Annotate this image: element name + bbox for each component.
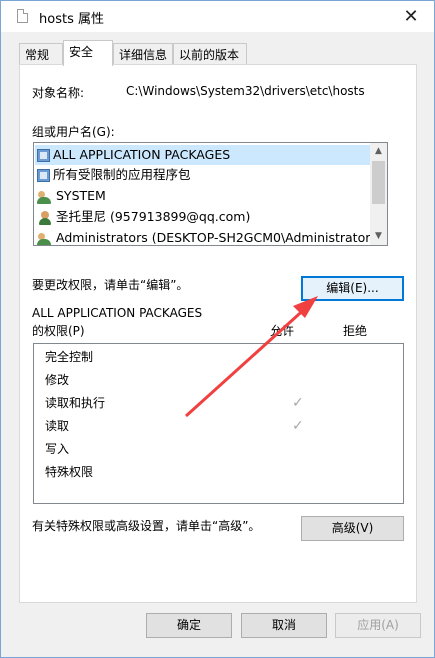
object-name-label: 对象名称: <box>32 86 85 100</box>
scroll-up-icon[interactable]: ▲ <box>370 143 387 160</box>
permission-row: 特殊权限 <box>45 461 385 484</box>
scroll-thumb[interactable] <box>372 161 385 204</box>
deny-column-header: 拒绝 <box>343 324 368 338</box>
permissions-table: 完全控制 修改 读取和执行 ✓ 读取 ✓ 写入 特殊权限 <box>33 343 404 504</box>
allow-check-icon: ✓ <box>292 395 304 411</box>
close-icon[interactable]: ✕ <box>388 1 434 32</box>
groups-label: 组或用户名(G): <box>32 125 115 139</box>
tab-general[interactable]: 常规 <box>19 43 63 65</box>
list-item-group[interactable]: 圣托里尼 (957913899@qq.com) <box>37 207 377 227</box>
permission-name: 完全控制 <box>45 350 94 364</box>
permission-row: 读取 ✓ <box>45 415 385 438</box>
permission-name: 修改 <box>45 373 70 387</box>
permissions-label: 的权限(P) <box>32 324 85 338</box>
edit-button[interactable]: 编辑(E)... <box>301 276 404 301</box>
permission-name: 读取 <box>45 419 70 433</box>
apply-button[interactable]: 应用(A) <box>335 613 421 638</box>
permission-name: 特殊权限 <box>45 465 94 479</box>
list-item-group[interactable]: ALL APPLICATION PACKAGES <box>35 145 378 165</box>
group-name: SYSTEM <box>56 188 106 203</box>
group-icon <box>37 231 53 245</box>
allow-check-icon: ✓ <box>292 418 304 434</box>
permission-row: 完全控制 <box>45 346 385 369</box>
cancel-button[interactable]: 取消 <box>241 613 327 638</box>
list-item-group[interactable]: SYSTEM <box>37 186 377 206</box>
package-icon <box>37 169 50 182</box>
edit-hint: 要更改权限，请单击“编辑”。 <box>32 278 189 292</box>
groups-listbox[interactable]: ALL APPLICATION PACKAGES 所有受限制的应用程序包 SYS… <box>33 142 388 246</box>
advanced-hint: 有关特殊权限或高级设置，请单击“高级”。 <box>32 519 261 533</box>
ok-button[interactable]: 确定 <box>146 613 232 638</box>
group-name: Administrators (DESKTOP-SH2GCM0\Administ… <box>56 230 382 245</box>
permission-name: 写入 <box>45 442 70 456</box>
allow-column-header: 允许 <box>270 324 295 338</box>
object-name-value: C:\Windows\System32\drivers\etc\hosts <box>126 84 365 98</box>
group-icon <box>37 189 53 205</box>
tab-details[interactable]: 详细信息 <box>113 43 173 65</box>
user-icon <box>37 210 53 226</box>
group-name: 圣托里尼 (957913899@qq.com) <box>56 209 251 224</box>
permission-row: 修改 <box>45 369 385 392</box>
tab-previous-versions[interactable]: 以前的版本 <box>173 43 247 65</box>
permission-row: 读取和执行 ✓ <box>45 392 385 415</box>
list-item-group[interactable]: 所有受限制的应用程序包 <box>37 165 377 185</box>
permission-row: 写入 <box>45 438 385 461</box>
advanced-button[interactable]: 高级(V) <box>301 516 404 541</box>
groups-scrollbar[interactable]: ▲ ▼ <box>370 143 387 245</box>
properties-window: hosts 属性 ✕ 常规 安全 详细信息 以前的版本 对象名称: C:\Win… <box>0 0 435 658</box>
group-name: ALL APPLICATION PACKAGES <box>53 147 231 162</box>
scroll-down-icon[interactable]: ▼ <box>370 228 387 245</box>
tab-security[interactable]: 安全 <box>63 40 113 66</box>
permissions-for-label: ALL APPLICATION PACKAGES <box>32 306 203 320</box>
list-item-group[interactable]: Administrators (DESKTOP-SH2GCM0\Administ… <box>37 228 382 245</box>
group-name: 所有受限制的应用程序包 <box>53 167 191 182</box>
title-bar[interactable]: hosts 属性 ✕ <box>1 1 434 32</box>
window-title: hosts 属性 <box>39 12 104 27</box>
file-icon <box>17 9 28 23</box>
security-panel: 对象名称: C:\Windows\System32\drivers\etc\ho… <box>19 64 417 603</box>
permission-name: 读取和执行 <box>45 396 106 410</box>
package-icon <box>37 149 50 162</box>
